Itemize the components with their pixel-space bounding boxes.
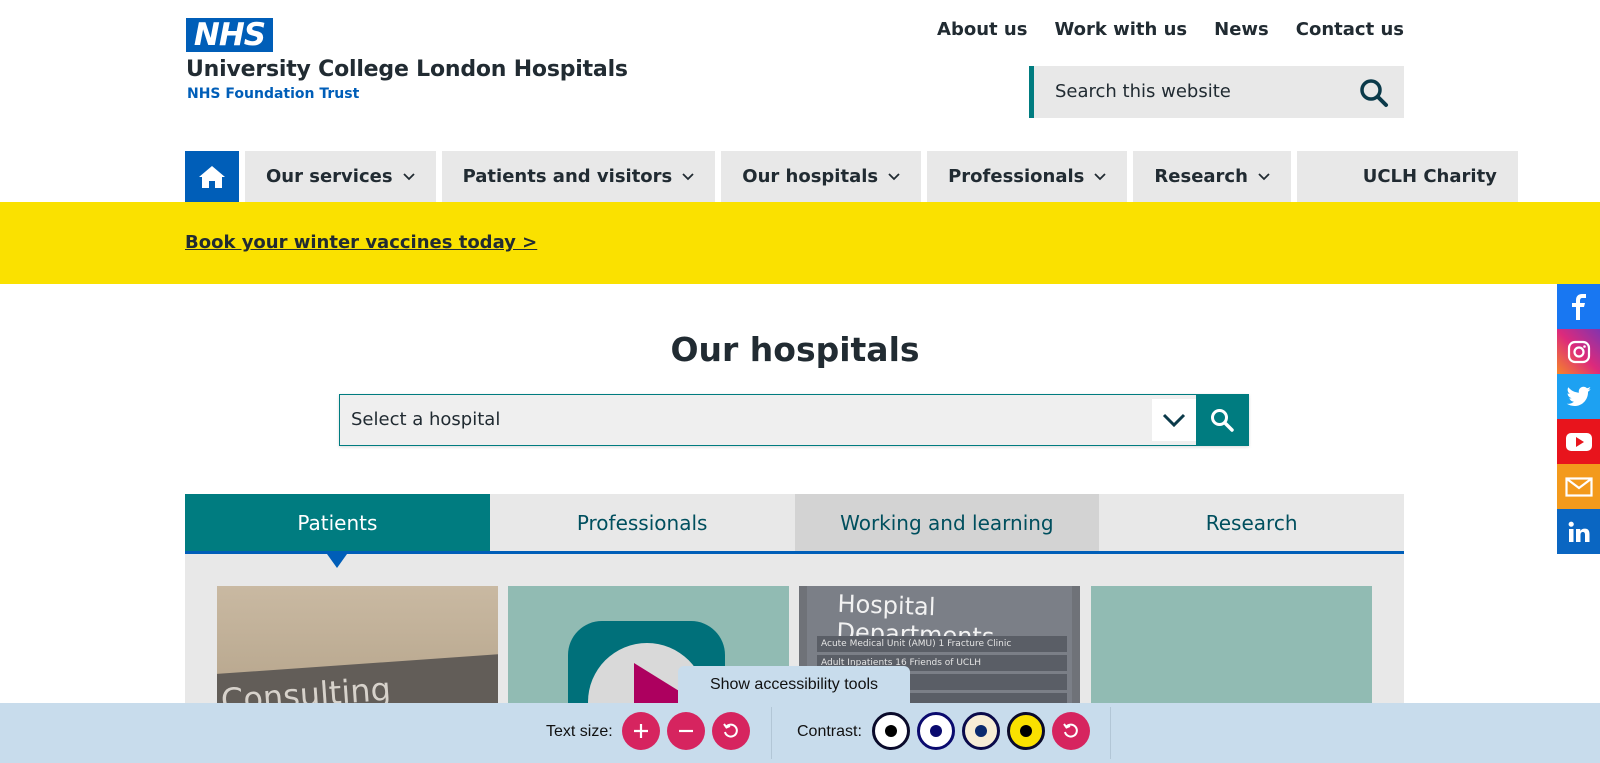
hospital-select[interactable]: Select a hospital xyxy=(339,394,1249,446)
nav-label: Patients and visitors xyxy=(462,166,673,187)
search-icon[interactable] xyxy=(1358,77,1390,109)
top-links: About us Work with us News Contact us xyxy=(937,19,1404,40)
chevron-down-icon xyxy=(402,172,415,180)
facebook-button[interactable] xyxy=(1557,284,1600,329)
audience-tabs: Patients Professionals Working and learn… xyxy=(185,494,1404,554)
nav-label: Our hospitals xyxy=(742,166,879,187)
reset-icon xyxy=(723,723,738,738)
org-name[interactable]: University College London Hospitals xyxy=(186,57,628,82)
text-size-label: Text size: xyxy=(546,723,613,740)
contrast-dot xyxy=(975,725,987,737)
hospital-dropdown-toggle[interactable] xyxy=(1152,399,1196,441)
minus-icon xyxy=(679,729,693,733)
tab-working-and-learning[interactable]: Working and learning xyxy=(794,494,1100,551)
linkedin-icon xyxy=(1568,521,1589,542)
linkedin-button[interactable] xyxy=(1557,509,1600,554)
chevron-down-icon xyxy=(1258,172,1270,180)
contrast-blue-button[interactable] xyxy=(917,712,955,750)
org-subtitle: NHS Foundation Trust xyxy=(187,86,360,102)
contrast-reset-button[interactable] xyxy=(1052,712,1090,750)
email-icon xyxy=(1564,476,1593,497)
chevron-down-icon xyxy=(888,172,900,180)
winter-vaccines-link[interactable]: Book your winter vaccines today > xyxy=(185,232,537,253)
contrast-dot xyxy=(1020,725,1032,737)
plus-icon xyxy=(634,724,648,738)
tab-patients[interactable]: Patients xyxy=(185,494,490,551)
nhs-logo[interactable]: NHS xyxy=(186,18,273,52)
youtube-button[interactable] xyxy=(1557,419,1600,464)
nav-patients-and-visitors[interactable]: Patients and visitors xyxy=(441,151,716,202)
youtube-icon xyxy=(1565,432,1592,451)
chevron-down-icon xyxy=(1162,413,1186,427)
tab-professionals[interactable]: Professionals xyxy=(489,494,795,551)
tab-research[interactable]: Research xyxy=(1099,494,1404,551)
nav-label: Professionals xyxy=(948,166,1085,187)
home-button[interactable] xyxy=(185,151,239,202)
main-nav: Our services Patients and visitors Our h… xyxy=(185,151,1524,202)
hospital-select-value: Select a hospital xyxy=(351,409,501,430)
divider xyxy=(1110,707,1111,759)
home-icon xyxy=(199,165,225,188)
nav-label: Research xyxy=(1154,166,1248,187)
title-bold: hospitals xyxy=(749,330,920,369)
nav-professionals[interactable]: Professionals xyxy=(927,151,1128,202)
social-bar xyxy=(1557,284,1600,554)
alert-banner: Book your winter vaccines today > xyxy=(0,202,1600,284)
board-row: Acute Medical Unit (AMU) 1 Fracture Clin… xyxy=(817,636,1067,652)
chevron-down-icon xyxy=(682,172,694,180)
accessibility-bar: Text size: Contrast: xyxy=(0,703,1600,763)
nav-our-hospitals[interactable]: Our hospitals xyxy=(721,151,922,202)
contrast-dot xyxy=(885,725,897,737)
contact-us-link[interactable]: Contact us xyxy=(1296,19,1404,40)
search-icon xyxy=(1211,409,1234,432)
reset-icon xyxy=(1063,723,1078,738)
about-us-link[interactable]: About us xyxy=(937,19,1027,40)
text-size-increase-button[interactable] xyxy=(622,712,660,750)
contrast-dot xyxy=(930,725,942,737)
nav-our-services[interactable]: Our services xyxy=(245,151,436,202)
divider xyxy=(771,707,772,759)
twitter-button[interactable] xyxy=(1557,374,1600,419)
news-link[interactable]: News xyxy=(1214,19,1269,40)
show-accessibility-tools-button[interactable]: Show accessibility tools xyxy=(678,666,910,704)
contrast-label: Contrast: xyxy=(797,723,862,740)
facebook-icon xyxy=(1571,293,1586,320)
text-size-reset-button[interactable] xyxy=(712,712,750,750)
text-size-decrease-button[interactable] xyxy=(667,712,705,750)
contrast-cream-button[interactable] xyxy=(962,712,1000,750)
site-search-placeholder: Search this website xyxy=(1055,81,1231,102)
contrast-default-button[interactable] xyxy=(872,712,910,750)
email-button[interactable] xyxy=(1557,464,1600,509)
title-light: Our xyxy=(670,330,739,369)
chevron-down-icon xyxy=(1094,172,1107,180)
nav-label: Our services xyxy=(266,166,393,187)
nav-research[interactable]: Research xyxy=(1133,151,1291,202)
hospital-search-button[interactable] xyxy=(1196,394,1248,446)
active-tab-pointer xyxy=(327,554,347,568)
nav-uclh-charity[interactable]: UCLH Charity xyxy=(1296,151,1518,202)
page-title: Our hospitals xyxy=(0,330,1590,369)
twitter-icon xyxy=(1566,386,1591,406)
work-with-us-link[interactable]: Work with us xyxy=(1054,19,1187,40)
contrast-yellow-button[interactable] xyxy=(1007,712,1045,750)
site-search-input[interactable]: Search this website xyxy=(1029,66,1404,118)
